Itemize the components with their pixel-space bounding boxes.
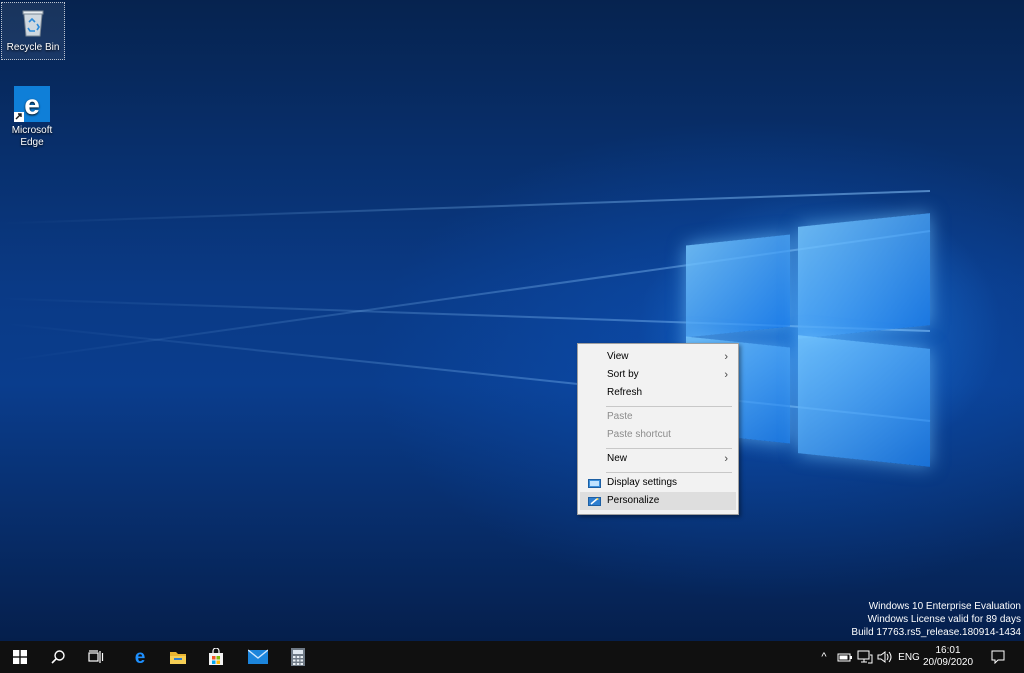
light-beam: [4, 322, 931, 422]
desktop-wallpaper: [0, 0, 1024, 641]
notification-icon: [991, 650, 1005, 664]
search-button[interactable]: [38, 641, 78, 673]
menu-separator: [606, 472, 732, 473]
desktop-icon-microsoft-edge[interactable]: e Microsoft Edge: [1, 84, 63, 148]
network-icon: [857, 650, 873, 664]
menu-item-label: View: [607, 351, 629, 362]
clock[interactable]: 16:01 20/09/2020: [922, 641, 974, 673]
desktop-icon-label: Recycle Bin: [6, 42, 60, 53]
light-beam: [8, 230, 931, 362]
display-settings-icon: [588, 478, 601, 488]
menu-separator: [606, 406, 732, 407]
chevron-right-icon: ›: [724, 369, 728, 381]
task-view-icon: [88, 650, 104, 663]
chevron-up-icon: ^: [821, 651, 827, 663]
watermark-build: Build 17763.rs5_release.180914-1434: [851, 627, 1021, 638]
taskbar-edge-button[interactable]: e: [120, 641, 160, 673]
edge-icon: e: [135, 648, 146, 666]
volume-tray-button[interactable]: [876, 641, 894, 673]
store-icon: [209, 648, 223, 665]
menu-item-personalize[interactable]: Personalize: [580, 492, 736, 510]
battery-icon: [837, 653, 852, 662]
menu-item-sort-by[interactable]: Sort by ›: [580, 366, 736, 384]
taskbar: e ^ ENG 16:01 20/09/2020: [0, 641, 1024, 673]
chevron-right-icon: ›: [724, 453, 728, 465]
activation-watermark: Windows 10 Enterprise Evaluation Windows…: [851, 600, 1021, 639]
battery-tray-button[interactable]: [836, 641, 854, 673]
store-button[interactable]: [196, 641, 236, 673]
mail-icon: [248, 649, 268, 664]
recycle-bin-icon: [16, 5, 50, 39]
language-label: ENG: [898, 651, 920, 663]
menu-item-label: Paste shortcut: [607, 429, 671, 440]
start-icon: [13, 650, 27, 664]
menu-item-view[interactable]: View ›: [580, 348, 736, 366]
menu-item-paste-shortcut: Paste shortcut: [580, 426, 736, 444]
language-indicator[interactable]: ENG: [896, 641, 922, 673]
edge-icon: e: [14, 86, 50, 122]
menu-item-new[interactable]: New ›: [580, 450, 736, 468]
file-explorer-button[interactable]: [158, 641, 198, 673]
menu-item-label: Paste: [607, 411, 633, 422]
watermark-license: Windows License valid for 89 days: [867, 614, 1021, 625]
menu-item-label: Personalize: [607, 495, 660, 506]
menu-separator: [606, 448, 732, 449]
start-button[interactable]: [0, 641, 40, 673]
personalize-icon: [588, 496, 601, 506]
search-icon: [51, 650, 65, 664]
windows-logo-pane: [798, 335, 930, 467]
menu-item-refresh[interactable]: Refresh: [580, 384, 736, 402]
menu-item-label: Sort by: [607, 369, 639, 380]
windows-logo-pane: [798, 213, 930, 339]
network-tray-button[interactable]: [856, 641, 874, 673]
desktop-context-menu: View › Sort by › Refresh Paste Paste sho…: [577, 343, 739, 515]
calculator-button[interactable]: [278, 641, 318, 673]
menu-item-display-settings[interactable]: Display settings: [580, 474, 736, 492]
watermark-edition: Windows 10 Enterprise Evaluation: [868, 601, 1021, 612]
task-view-button[interactable]: [76, 641, 116, 673]
file-explorer-icon: [170, 652, 186, 664]
desktop-icon-recycle-bin[interactable]: Recycle Bin: [1, 2, 65, 60]
svg-text:e: e: [24, 89, 40, 120]
windows-logo-pane: [686, 234, 790, 338]
speaker-icon: [877, 651, 892, 663]
light-beam: [0, 190, 931, 225]
clock-time: 16:01: [935, 645, 961, 656]
menu-item-label: Refresh: [607, 387, 643, 398]
show-hidden-icons-button[interactable]: ^: [816, 641, 832, 673]
light-beam: [0, 297, 931, 332]
desktop-icon-label: Microsoft Edge: [11, 125, 53, 148]
clock-date: 20/09/2020: [922, 657, 974, 668]
mail-button[interactable]: [238, 641, 278, 673]
menu-item-label: Display settings: [607, 477, 678, 488]
calculator-icon: [291, 648, 305, 666]
menu-item-label: New: [607, 453, 628, 464]
menu-item-paste: Paste: [580, 408, 736, 426]
chevron-right-icon: ›: [724, 351, 728, 363]
action-center-button[interactable]: [984, 641, 1012, 673]
svg-text:e: e: [135, 648, 146, 666]
